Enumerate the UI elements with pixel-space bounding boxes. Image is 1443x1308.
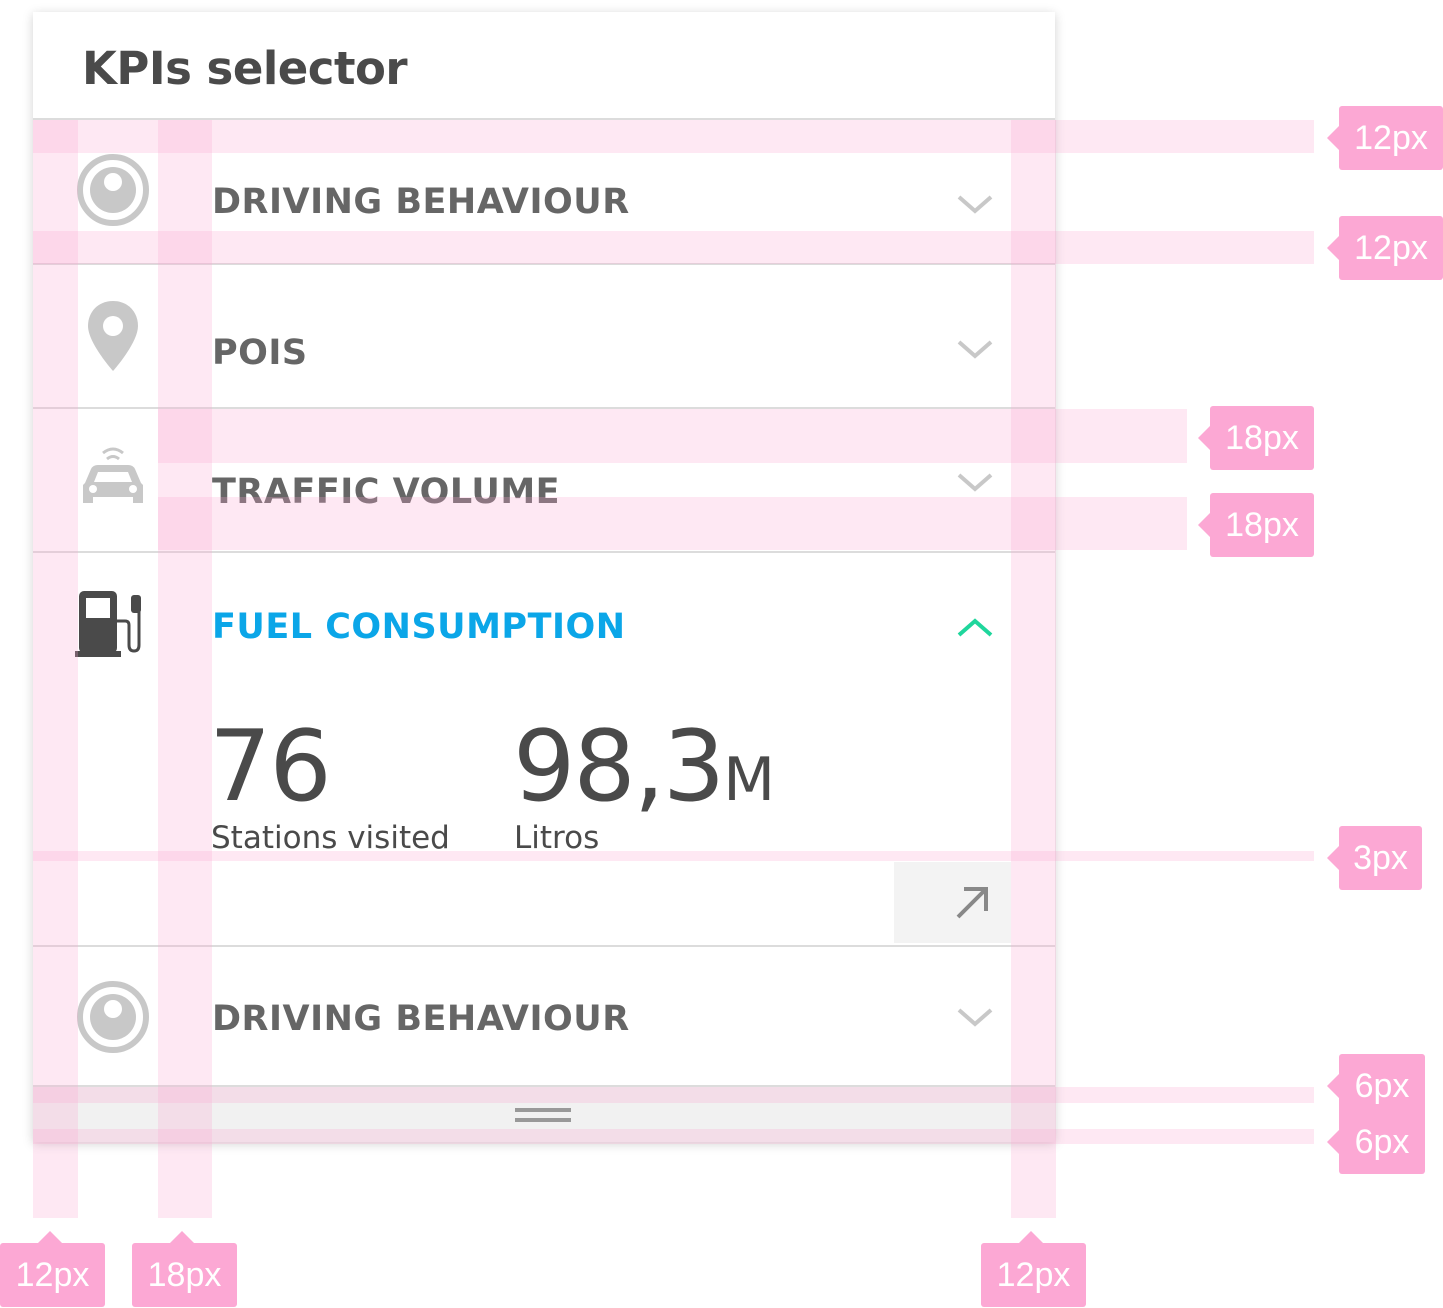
- spec-tag: 18px: [1198, 406, 1314, 470]
- kpi-row-driving-behaviour-2[interactable]: DRIVING BEHAVIOUR: [33, 947, 1055, 1087]
- spec-tag: 12px: [0, 1231, 105, 1307]
- kpi-row-label: POIS: [212, 333, 308, 373]
- metric-number: 76: [209, 710, 332, 824]
- kpi-row-traffic-volume[interactable]: TRAFFIC VOLUME: [33, 409, 1055, 553]
- kpi-row-label: DRIVING BEHAVIOUR: [212, 999, 630, 1039]
- drag-handle-icon[interactable]: [515, 1106, 571, 1126]
- map-pin-icon: [75, 299, 151, 375]
- spec-tag: 3px: [1327, 826, 1422, 890]
- kpi-row-label: DRIVING BEHAVIOUR: [212, 182, 630, 222]
- panel-footer: [33, 1085, 1055, 1142]
- spec-tag: 12px: [1327, 216, 1443, 280]
- spec-tag: 18px: [1198, 493, 1314, 557]
- chevron-down-icon[interactable]: [953, 461, 997, 505]
- spec-tag: 18px: [132, 1231, 237, 1307]
- metric-unit: M: [723, 745, 775, 815]
- chevron-up-icon[interactable]: [953, 605, 997, 649]
- arrow-up-right-icon: [956, 887, 988, 919]
- metric-label-stations: Stations visited: [211, 820, 450, 856]
- spec-tag: 6px: [1327, 1110, 1425, 1174]
- chevron-down-icon[interactable]: [953, 996, 997, 1040]
- kpi-row-driving-behaviour[interactable]: DRIVING BEHAVIOUR: [33, 120, 1055, 265]
- spec-tag: 6px: [1327, 1054, 1425, 1118]
- kpi-row-label-active: FUEL CONSUMPTION: [212, 607, 626, 647]
- kpi-row-label: TRAFFIC VOLUME: [212, 472, 561, 512]
- spec-tag: 12px: [1327, 106, 1443, 170]
- steering-wheel-icon: [75, 152, 151, 228]
- steering-wheel-icon: [75, 979, 151, 1055]
- chevron-down-icon[interactable]: [953, 328, 997, 372]
- kpis-selector-panel: KPIs selector DRIVING BEHAVIOUR POIS TRA…: [33, 12, 1055, 1142]
- metric-label-litros: Litros: [514, 820, 600, 856]
- panel-title: KPIs selector: [82, 42, 408, 95]
- chevron-down-icon[interactable]: [953, 183, 997, 227]
- metric-number: 98,3: [513, 710, 725, 824]
- spec-tag: 12px: [981, 1231, 1086, 1307]
- metric-value-stations: 76: [209, 717, 332, 830]
- metric-value-litros: 98,3M: [513, 717, 775, 830]
- open-detail-button[interactable]: [894, 862, 1011, 943]
- kpi-row-pois[interactable]: POIS: [33, 265, 1055, 409]
- connected-car-icon: [75, 439, 151, 515]
- fuel-pump-icon: [75, 587, 151, 663]
